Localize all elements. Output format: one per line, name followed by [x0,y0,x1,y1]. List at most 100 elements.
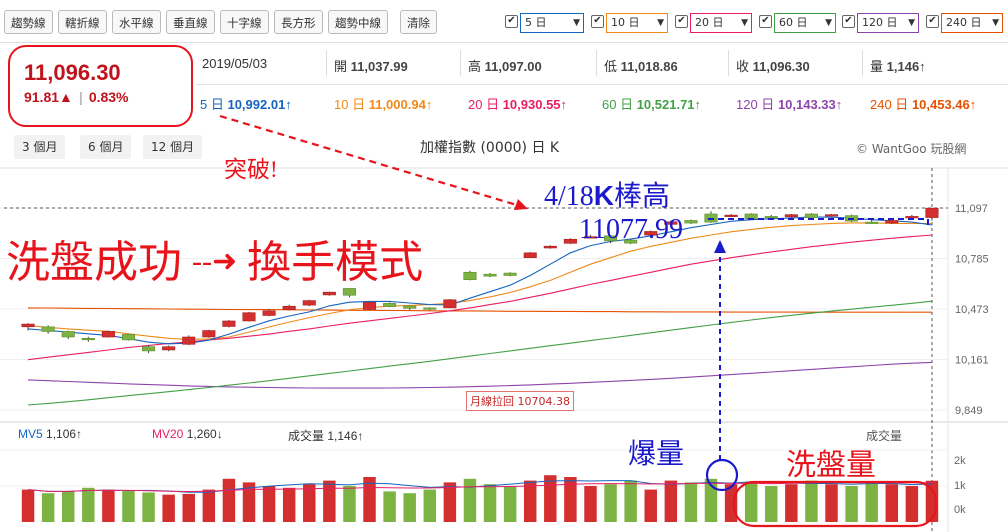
monthly-pullback-label: 月線拉回 10704.38 [466,391,574,411]
handover-text: 換手模式 [247,238,424,287]
y-tick-label: 11,097 [955,203,988,215]
candle-body [865,221,879,224]
volume-bar [182,493,195,522]
y-tick-label: 9,849 [955,405,983,417]
candle-body [423,307,437,310]
volume-panel-value: 1,146↑ [327,429,364,443]
candle-body [543,245,557,249]
volume-bar [82,487,95,522]
volume-bar [463,478,477,522]
candle-body [182,336,196,345]
candle-body [804,213,818,218]
volume-bar [403,493,416,522]
candle-body [443,299,457,309]
candle-body [282,305,296,310]
volume-bar [423,489,437,522]
candle-body [362,302,377,310]
candle-body [784,214,798,218]
burst-volume-note: 爆量 [628,439,685,470]
candle-body [905,216,919,219]
ma60-line [27,300,933,406]
volume-bar [785,484,798,522]
volume-bar [21,489,35,522]
mv5-label: MV5 [18,427,43,441]
candle-body [563,238,577,244]
y-tick-label: 10,161 [955,355,989,367]
volume-bar [825,484,838,522]
volume-panel-label: 成交量 [288,429,325,443]
volume-bar [644,489,657,522]
wash-volume-note: 洗盤量 [786,449,876,482]
mv5-field: MV5 1,106↑ [18,427,82,441]
volume-tick-1k: 1k [954,480,966,492]
volume-bar [604,484,617,522]
candle-body [302,300,316,306]
volume-bar [865,482,878,522]
candle-body [101,331,115,338]
volume-bar [343,486,356,522]
candle-body [925,207,939,218]
volume-bar [202,489,216,522]
volume-bar [845,486,858,522]
candle-body [684,220,698,224]
candle-body [41,326,55,332]
candle-body [503,272,517,276]
volume-bar [624,480,637,522]
volume-bar [523,480,537,522]
volume-tick-2k: 2k [954,455,966,467]
volume-tick-0k: 0k [954,504,966,516]
volume-bar [142,492,155,522]
volume-bar [885,484,899,522]
candle-body [202,330,216,338]
volume-bar [222,478,236,522]
mv5-value: 1,106↑ [46,427,83,441]
candle-body [242,312,256,322]
volume-bar [765,486,778,522]
candle-body [824,214,839,217]
candle-body [724,214,738,217]
volume-bar [664,480,678,522]
volume-bar [544,475,557,522]
volume-bar [503,486,517,522]
wash-success-note: 洗盤成功 --➜ 換手模式 [6,226,423,290]
candle-body [403,305,417,309]
arrowhead-icon [714,240,726,253]
arrowhead-icon [514,199,528,210]
y-tick-label: 10,473 [955,304,989,316]
volume-bar [162,494,175,522]
price-highlight-circle [8,45,193,127]
candle-body [383,303,397,307]
wash-success-text: 洗盤成功 [6,238,182,287]
candle-body [121,334,136,341]
volume-bar [282,487,296,522]
candle-body [81,337,95,341]
high-note-date: 4/18 [544,181,594,212]
high-value-note: 11077.99 [579,214,683,245]
candle-body [463,271,477,281]
breakthrough-note: 突破! [224,157,278,182]
candle-body [322,291,336,296]
volume-bar [262,486,276,522]
candle-body [483,273,497,277]
y-tick-label: 10,785 [955,254,989,266]
mv20-label: MV20 [152,427,184,441]
candle-body [262,310,276,316]
arrow-text: --➜ [192,245,238,278]
volume-bar [41,493,55,522]
volume-bar [122,490,135,522]
high-note-k: K [593,180,615,211]
candle-body [764,216,778,219]
candle-body [61,331,75,338]
volume-bar [744,482,758,522]
volume-bar [483,484,497,522]
high-note-text: 棒高 [614,181,671,212]
volume-bar [303,484,316,522]
volume-bar [443,482,457,522]
candle-body [162,346,176,351]
mv20-value: 1,260↓ [186,427,223,441]
high-candle-note: 4/18K棒高 [544,174,670,214]
candle-body [885,220,899,224]
candle-body [142,346,156,352]
volume-bar [383,491,396,522]
mv20-field: MV20 1,260↓ [152,427,223,441]
